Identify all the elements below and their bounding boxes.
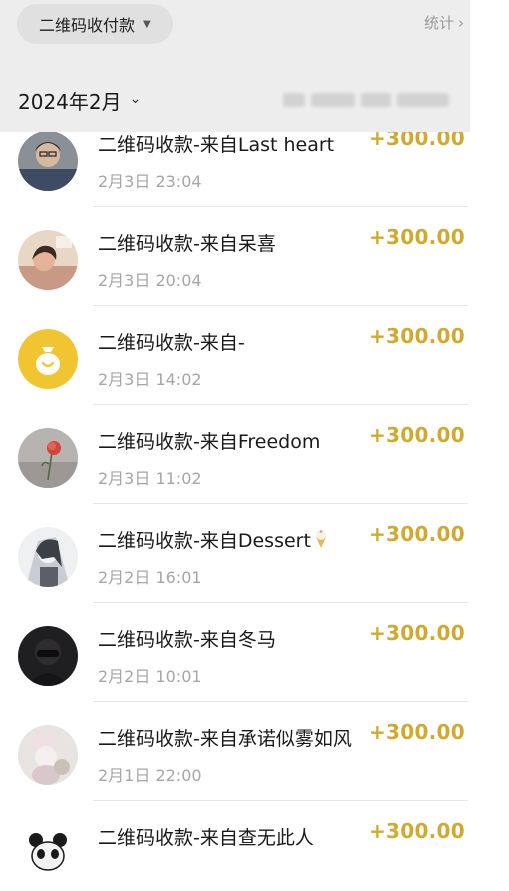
transaction-time: 2月3日 23:04 [98, 172, 202, 191]
avatar [18, 131, 78, 191]
transaction-title-text: 二维码收款-来自Dessert [98, 530, 311, 552]
transaction-time: 2月3日 11:02 [98, 469, 202, 488]
transaction-title: 二维码收款-来自Dessert [98, 526, 328, 554]
transaction-amount: +300.00 [368, 819, 465, 843]
transaction-row[interactable]: 二维码收款-来自Dessert 2月2日 16:01 +300.00 [0, 495, 470, 603]
transaction-time: 2月1日 22:00 [98, 766, 202, 785]
avatar [18, 527, 78, 587]
transaction-amount: +300.00 [368, 522, 465, 546]
transaction-time: 2月3日 20:04 [98, 271, 202, 290]
blurred-summary [283, 89, 465, 107]
ice-cream-icon [314, 529, 328, 554]
avatar [18, 824, 78, 884]
caret-down-icon: ▼ [143, 18, 151, 30]
transaction-amount: +300.00 [368, 621, 465, 645]
bill-header: 二维码收付款 ▼ 统计 › 2024年2月 ⌄ [0, 0, 470, 132]
chevron-down-icon: ⌄ [129, 90, 142, 107]
stats-label: 统计 [423, 14, 454, 32]
transaction-row[interactable]: 二维码收款-来自查无此人 +300.00 [0, 792, 470, 891]
transaction-title: 二维码收款-来自Freedom [98, 431, 321, 453]
avatar [18, 725, 78, 785]
transaction-title: 二维码收款-来自查无此人 [98, 827, 314, 849]
filter-label: 二维码收付款 [39, 16, 136, 35]
transaction-amount: +300.00 [368, 225, 465, 249]
chevron-right-icon: › [458, 13, 464, 32]
stats-link[interactable]: 统计 › [424, 12, 464, 33]
transaction-row[interactable]: 二维码收款-来自- 2月3日 14:02 +300.00 [0, 297, 470, 405]
transaction-title: 二维码收款-来自冬马 [98, 629, 276, 651]
transaction-time: 2月2日 16:01 [98, 568, 202, 587]
transaction-row[interactable]: 二维码收款-来自呆喜 2月3日 20:04 +300.00 [0, 198, 470, 306]
transaction-list[interactable]: 二维码收款-来自Last heart 2月3日 23:04 +300.00 二维… [0, 99, 470, 891]
avatar [18, 626, 78, 686]
transaction-title: 二维码收款-来自Last heart [98, 134, 335, 156]
transaction-time: 2月2日 10:01 [98, 667, 202, 686]
month-label: 2024年2月 [18, 90, 122, 114]
transaction-row[interactable]: 二维码收款-来自Freedom 2月3日 11:02 +300.00 [0, 396, 470, 504]
transaction-title: 二维码收款-来自- [98, 332, 245, 354]
bill-list-screen: 二维码收款-来自Last heart 2月3日 23:04 +300.00 二维… [0, 0, 470, 884]
transaction-row[interactable]: 二维码收款-来自冬马 2月2日 10:01 +300.00 [0, 594, 470, 702]
transaction-type-filter[interactable]: 二维码收付款 ▼ [17, 4, 173, 44]
transaction-title: 二维码收款-来自呆喜 [98, 233, 276, 255]
screen-margin [470, 0, 509, 848]
transaction-amount: +300.00 [368, 423, 465, 447]
transaction-amount: +300.00 [368, 324, 465, 348]
money-bag-icon [18, 329, 78, 389]
transaction-amount: +300.00 [368, 720, 465, 744]
transaction-time: 2月3日 14:02 [98, 370, 202, 389]
avatar [18, 428, 78, 488]
transaction-row[interactable]: 二维码收款-来自承诺似雾如风 2月1日 22:00 +300.00 [0, 693, 470, 801]
transaction-title: 二维码收款-来自承诺似雾如风 [98, 728, 352, 750]
month-selector[interactable]: 2024年2月 ⌄ [18, 86, 141, 115]
avatar [18, 230, 78, 290]
